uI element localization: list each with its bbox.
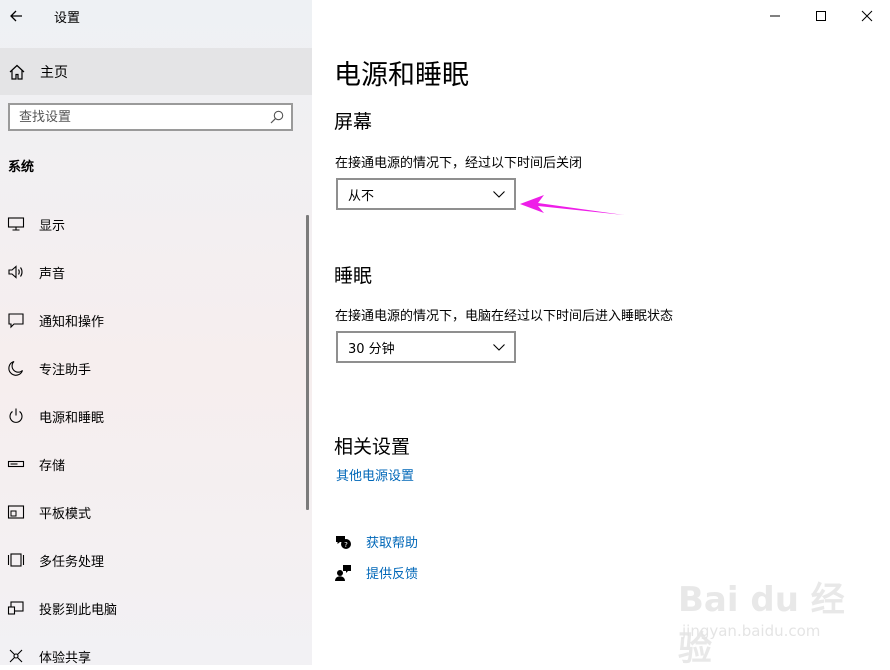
feedback-link[interactable]: 提供反馈: [366, 563, 418, 582]
sidebar-item-label: 通知和操作: [39, 314, 105, 330]
sidebar-item-label: 存储: [39, 458, 66, 474]
sidebar-item-shared-experiences[interactable]: 体验共享: [0, 632, 312, 665]
monitor-icon: [7, 217, 25, 231]
annotation-arrow: [520, 195, 624, 215]
sidebar-item-label: 声音: [39, 266, 66, 282]
sidebar-item-project[interactable]: 投影到此电脑: [0, 584, 312, 632]
sidebar-item-home[interactable]: 主页: [0, 48, 312, 95]
maximize-button[interactable]: [798, 0, 844, 32]
screen-heading: 屏幕: [334, 111, 373, 133]
main-panel: 电源和睡眠 屏幕 在接通电源的情况下，经过以下时间后关闭 从不 睡眠 在接通电源…: [312, 0, 890, 665]
sidebar-item-power-sleep[interactable]: 电源和睡眠: [0, 392, 312, 440]
sidebar-item-storage[interactable]: 存储: [0, 440, 312, 488]
sidebar-item-tablet-mode[interactable]: 平板模式: [0, 488, 312, 536]
sidebar-item-display[interactable]: 显示: [0, 200, 312, 248]
sidebar-item-label: 体验共享: [39, 650, 92, 666]
speaker-icon: [8, 265, 23, 279]
chevron-down-icon: [493, 344, 505, 351]
screen-timeout-value: 从不: [348, 188, 375, 204]
chevron-down-icon: [493, 191, 505, 198]
sleep-timeout-value: 30 分钟: [348, 341, 395, 357]
tablet-icon: [7, 505, 25, 519]
minimize-button[interactable]: [752, 0, 798, 32]
sidebar: 设置 主页 系统 显示 声音: [0, 0, 312, 665]
get-help-link[interactable]: 获取帮助: [366, 532, 418, 551]
back-button[interactable]: [0, 0, 32, 32]
sidebar-nav: 显示 声音 通知和操作 专注助手 电源和睡眠 存储 平板模式 多任务处理 投影到…: [0, 200, 312, 665]
sidebar-item-focus-assist[interactable]: 专注助手: [0, 344, 312, 392]
back-arrow-icon: [10, 10, 22, 22]
svg-text:?: ?: [344, 541, 348, 549]
sidebar-item-label: 显示: [39, 218, 66, 234]
app-title: 设置: [54, 11, 81, 26]
sidebar-scrollbar[interactable]: [306, 215, 309, 510]
screen-description: 在接通电源的情况下，经过以下时间后关闭: [335, 156, 583, 171]
maximize-icon: [816, 11, 826, 21]
sidebar-item-label: 专注助手: [39, 362, 92, 378]
project-icon: [7, 601, 24, 615]
moon-icon: [8, 360, 24, 376]
feedback-person-icon: [335, 564, 351, 581]
home-icon: [9, 64, 25, 80]
sidebar-item-label: 电源和睡眠: [39, 410, 105, 426]
screen-timeout-dropdown[interactable]: 从不: [336, 178, 516, 210]
close-button[interactable]: [844, 0, 890, 32]
sidebar-item-label: 多任务处理: [39, 554, 105, 570]
sidebar-item-sound[interactable]: 声音: [0, 248, 312, 296]
sleep-description: 在接通电源的情况下，电脑在经过以下时间后进入睡眠状态: [335, 309, 674, 324]
sidebar-item-label: 平板模式: [39, 506, 92, 522]
help-chat-icon: ?: [336, 535, 351, 549]
power-icon: [9, 408, 23, 423]
page-title: 电源和睡眠: [334, 60, 469, 91]
titlebar-left: 设置: [0, 0, 312, 32]
watermark-main: Bai du 经验: [678, 580, 845, 669]
sidebar-item-multitasking[interactable]: 多任务处理: [0, 536, 312, 584]
related-settings-heading: 相关设置: [334, 436, 411, 458]
minimize-icon: [770, 15, 780, 17]
additional-power-settings-link[interactable]: 其他电源设置: [336, 465, 414, 484]
multitask-icon: [7, 553, 25, 567]
message-icon: [8, 313, 24, 329]
sidebar-item-home-label: 主页: [40, 64, 68, 81]
search-box[interactable]: [8, 103, 293, 131]
section-heading-system: 系统: [8, 160, 35, 175]
window-controls: [752, 0, 890, 32]
sidebar-item-notifications[interactable]: 通知和操作: [0, 296, 312, 344]
sidebar-item-label: 投影到此电脑: [39, 602, 118, 618]
storage-icon: [7, 460, 25, 468]
get-help-row[interactable]: ? 获取帮助: [334, 532, 418, 551]
feedback-row[interactable]: 提供反馈: [334, 563, 418, 582]
watermark-sub: jingyan.baidu.com: [682, 622, 821, 640]
sleep-timeout-dropdown[interactable]: 30 分钟: [336, 331, 516, 363]
share-icon: [9, 649, 23, 663]
close-icon: [861, 10, 873, 22]
search-icon[interactable]: [269, 109, 285, 125]
search-input[interactable]: [10, 105, 269, 129]
baidu-watermark: Bai du 经验 jingyan.baidu.com: [678, 572, 848, 669]
sleep-heading: 睡眠: [334, 265, 373, 287]
